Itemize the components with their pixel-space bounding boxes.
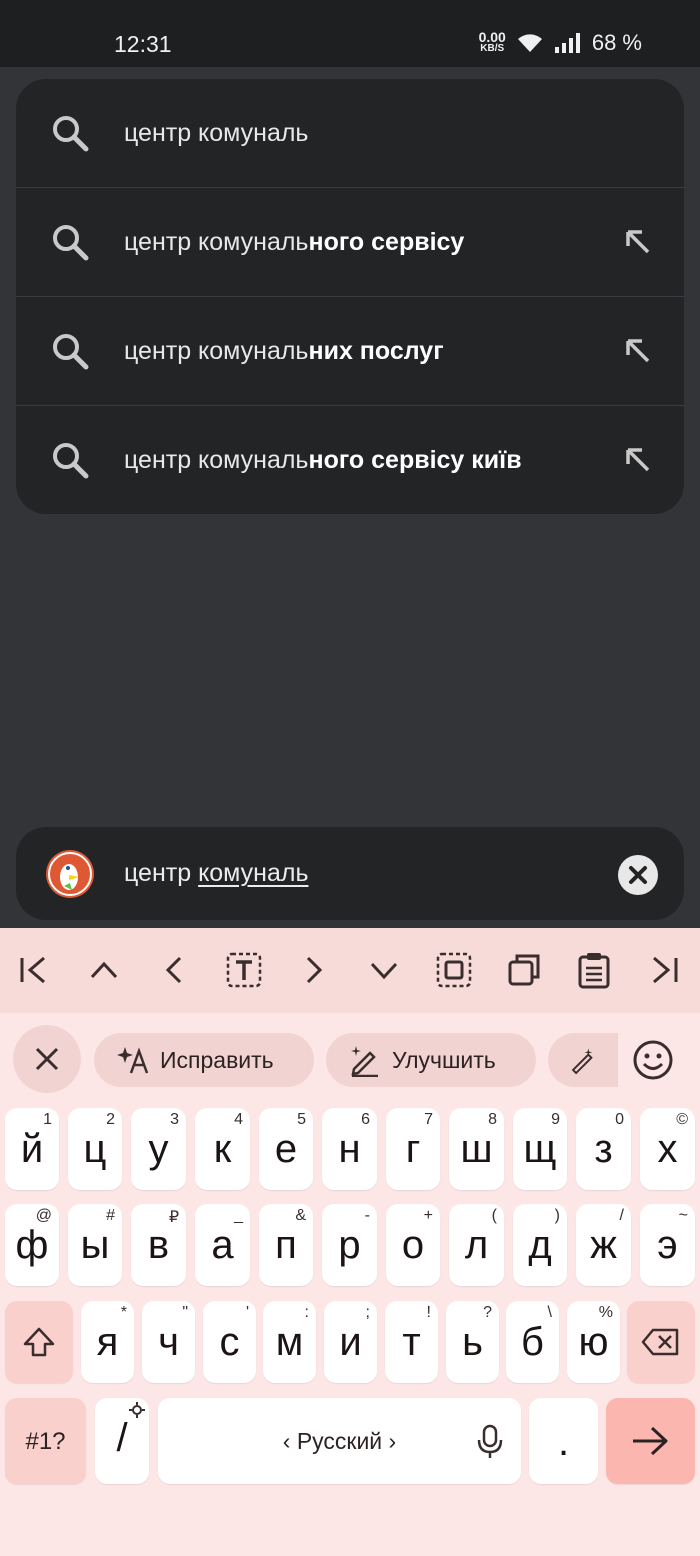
backspace-key[interactable] (627, 1301, 695, 1383)
select-text-icon[interactable] (224, 950, 264, 990)
status-right: 0.00 KB/S 68 % (479, 30, 642, 56)
insert-arrow-icon[interactable] (622, 335, 654, 367)
search-icon (53, 225, 89, 261)
key[interactable]: % ю (567, 1301, 620, 1383)
key[interactable]: + о (386, 1204, 440, 1286)
clipboard-icon[interactable] (574, 950, 614, 990)
key[interactable]: ? ь (446, 1301, 499, 1383)
search-input[interactable]: центр комуналь (124, 827, 308, 920)
key[interactable]: -р (322, 1204, 377, 1286)
insert-arrow-icon[interactable] (622, 226, 654, 258)
key[interactable]: " ч (142, 1301, 195, 1383)
status-bar: 12:31 0.00 KB/S 68 % (0, 0, 700, 67)
clear-button[interactable] (618, 855, 658, 895)
suggestion-item[interactable]: центр комунального сервісу (16, 188, 684, 296)
suggestion-text: центр комунального сервісу (124, 228, 465, 256)
improve-chip[interactable]: Улучшить (326, 1033, 536, 1087)
select-all-icon[interactable] (434, 950, 474, 990)
magic-chip[interactable] (548, 1033, 618, 1087)
copy-icon[interactable] (504, 950, 544, 990)
suggestion-item[interactable]: центр комунальних послуг (16, 297, 684, 405)
key[interactable]: ~ э (640, 1204, 695, 1286)
wifi-icon (517, 34, 542, 52)
suggestion-text: центр комунального сервісу київ (124, 446, 522, 474)
suggestion-chips: Исправить Улучшить (0, 1025, 700, 1097)
cursor-end-icon[interactable] (644, 950, 684, 990)
keyboard: Исправить Улучшить 1й 2ц 3у 4к 5е 6н 7г … (0, 928, 700, 1556)
magic-pen-icon (571, 1048, 593, 1075)
key[interactable]: (л (449, 1204, 504, 1286)
search-icon (53, 443, 89, 479)
key[interactable]: © х (640, 1108, 695, 1190)
close-icon (35, 1047, 59, 1071)
key[interactable]: 6н (322, 1108, 377, 1190)
cursor-left-icon[interactable] (154, 950, 194, 990)
suggestion-list: центр комуналь центр комунального сервіс… (16, 79, 684, 514)
key[interactable]: # ы (68, 1204, 122, 1286)
key[interactable]: ; и (324, 1301, 377, 1383)
slash-key[interactable]: / (95, 1398, 149, 1484)
key[interactable]: ₽ в (131, 1204, 186, 1286)
suggestion-text: центр комунальних послуг (124, 337, 444, 365)
key[interactable]: & п (259, 1204, 313, 1286)
go-key[interactable] (606, 1398, 695, 1484)
suggestion-item[interactable]: центр комунального сервісу київ (16, 406, 684, 514)
cursor-start-icon[interactable] (14, 950, 54, 990)
close-chips-button[interactable] (13, 1025, 81, 1093)
key[interactable]: ' с (203, 1301, 256, 1383)
period-key[interactable]: . (529, 1398, 598, 1484)
emoji-icon[interactable] (632, 1039, 674, 1081)
symbols-key[interactable]: #1? (5, 1398, 86, 1484)
pen-sparkle-icon (351, 1046, 378, 1077)
search-bar[interactable]: центр комуналь (16, 827, 684, 920)
key[interactable]: ) д (513, 1204, 567, 1286)
backspace-icon (641, 1328, 679, 1356)
signal-icon (554, 33, 580, 53)
key[interactable]: ! т (385, 1301, 438, 1383)
keyboard-toolbar (0, 928, 700, 1013)
network-speed: 0.00 KB/S (478, 29, 506, 54)
search-icon (53, 116, 89, 152)
shift-icon (23, 1327, 55, 1357)
key[interactable]: 5е (259, 1108, 313, 1190)
cursor-right-icon[interactable] (294, 950, 334, 990)
key[interactable]: \ б (506, 1301, 559, 1383)
settings-icon (129, 1402, 145, 1418)
insert-arrow-icon[interactable] (622, 444, 654, 476)
key[interactable]: 1й (5, 1108, 59, 1190)
key[interactable]: 4к (195, 1108, 250, 1190)
key[interactable]: 8ш (449, 1108, 504, 1190)
key[interactable]: 0з (576, 1108, 631, 1190)
key[interactable]: / ж (576, 1204, 631, 1286)
sparkle-text-icon (117, 1047, 149, 1074)
key[interactable]: 9щ (513, 1108, 567, 1190)
key[interactable]: _ а (195, 1204, 250, 1286)
status-time: 12:31 (114, 31, 172, 57)
suggestion-item[interactable]: центр комуналь (16, 79, 684, 187)
key[interactable]: @ ф (5, 1204, 59, 1286)
battery-level: 68 % (591, 30, 642, 55)
arrow-right-icon (633, 1426, 668, 1456)
key[interactable]: * я (81, 1301, 134, 1383)
suggestion-text: центр комуналь (124, 119, 309, 147)
microphone-icon[interactable] (477, 1424, 503, 1460)
cursor-up-icon[interactable] (84, 950, 124, 990)
fix-chip[interactable]: Исправить (94, 1033, 314, 1087)
key[interactable]: 3у (131, 1108, 186, 1190)
key[interactable]: 7г (386, 1108, 440, 1190)
key[interactable]: 2ц (68, 1108, 122, 1190)
close-icon (629, 866, 647, 884)
duckduckgo-logo-icon (46, 850, 94, 898)
cursor-down-icon[interactable] (364, 950, 404, 990)
key[interactable]: :м (263, 1301, 316, 1383)
shift-key[interactable] (5, 1301, 73, 1383)
space-key[interactable]: ‹ Русский › (158, 1398, 521, 1484)
search-icon (53, 334, 89, 370)
